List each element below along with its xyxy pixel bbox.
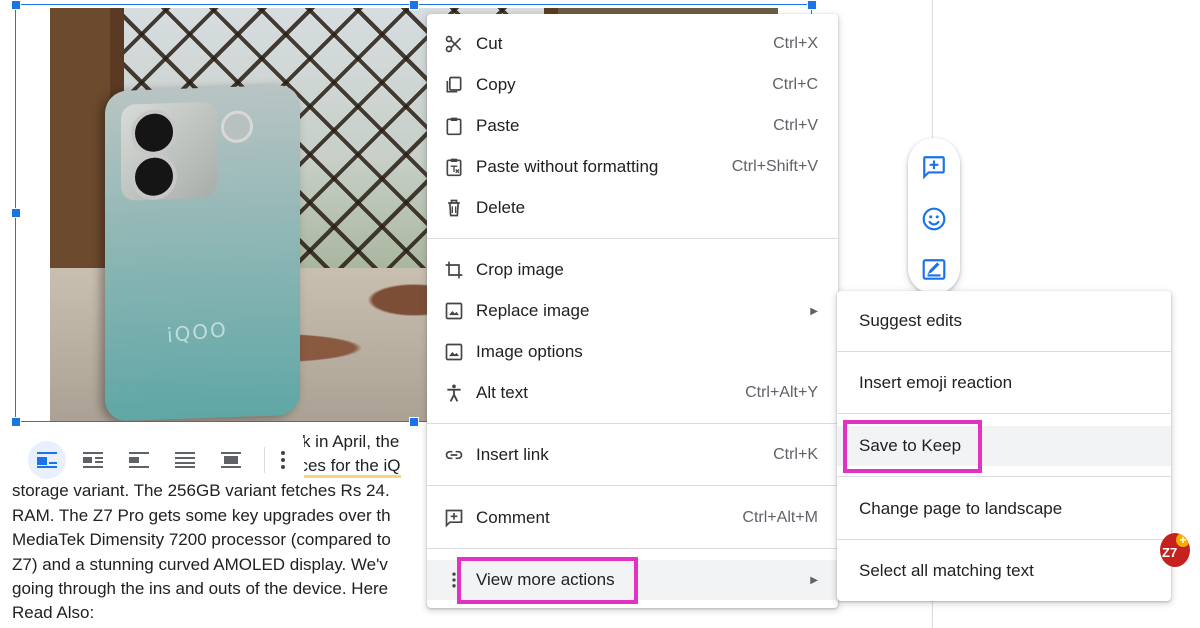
highlight-save-to-keep xyxy=(843,420,982,473)
add-comment-icon[interactable] xyxy=(921,154,947,180)
submenu-divider xyxy=(837,539,1171,540)
highlight-view-more-actions xyxy=(457,557,638,604)
submenu-item-suggest-edits[interactable]: Suggest edits xyxy=(837,301,1171,341)
menu-divider xyxy=(427,238,838,239)
menu-item-shortcut: Ctrl+C xyxy=(772,76,818,93)
resize-handle-s[interactable] xyxy=(409,417,419,427)
submenu-arrow-icon: ▶ xyxy=(810,305,818,317)
menu-item-label: Image options xyxy=(476,342,583,361)
add-comment-icon xyxy=(443,507,465,529)
text-line-partial-2: rices for the iQ xyxy=(290,456,401,478)
menu-item-label: Comment xyxy=(476,508,550,527)
inline-wrap-button[interactable] xyxy=(28,441,66,479)
menu-item-label: Paste without formatting xyxy=(476,157,659,176)
clipboard-text-icon xyxy=(443,156,465,178)
in-front-of-text-button[interactable] xyxy=(212,441,250,479)
scissors-icon xyxy=(443,33,465,55)
more-options-icon[interactable] xyxy=(273,451,293,469)
behind-text-icon xyxy=(175,452,195,468)
menu-item-shortcut: Ctrl+Alt+Y xyxy=(745,384,818,401)
resize-handle-w[interactable] xyxy=(11,208,21,218)
menu-divider xyxy=(427,485,838,486)
menu-item-copy[interactable]: Copy Ctrl+C xyxy=(427,65,838,105)
submenu-arrow-icon: ▶ xyxy=(810,574,818,586)
submenu-item-label: Insert emoji reaction xyxy=(859,373,1013,392)
link-icon xyxy=(443,444,465,466)
image-icon xyxy=(443,341,465,363)
wrap-text-icon xyxy=(83,452,103,468)
text-line: RAM. The Z7 Pro gets some key upgrades o… xyxy=(12,506,391,525)
suggest-edits-icon[interactable] xyxy=(921,257,947,283)
image-icon xyxy=(443,300,465,322)
accessibility-icon xyxy=(443,382,465,404)
text-line-partial-1: nck in April, the xyxy=(284,432,400,451)
submenu-item-label: Select all matching text xyxy=(859,561,1034,580)
menu-item-label: Insert link xyxy=(476,445,549,464)
menu-item-label: Delete xyxy=(476,198,526,217)
menu-item-comment[interactable]: Comment Ctrl+Alt+M xyxy=(427,498,838,538)
menu-item-crop-image[interactable]: Crop image xyxy=(427,250,838,290)
submenu-divider xyxy=(837,413,1171,414)
trash-icon xyxy=(443,197,465,219)
menu-item-label: Paste xyxy=(476,116,520,135)
inline-icon xyxy=(37,452,57,468)
menu-item-shortcut: Ctrl+X xyxy=(773,35,818,52)
submenu-item-change-page-to-landscape[interactable]: Change page to landscape xyxy=(837,489,1171,529)
toolbar-divider xyxy=(264,447,265,473)
menu-item-cut[interactable]: Cut Ctrl+X xyxy=(427,24,838,64)
context-menu: Cut Ctrl+X Copy Ctrl+C Paste Ctrl+V Past… xyxy=(427,14,838,608)
text-line: going through the ins and outs of the de… xyxy=(12,579,389,598)
add-badge-icon: + xyxy=(1176,533,1190,547)
menu-item-shortcut: Ctrl+K xyxy=(773,446,818,463)
menu-item-shortcut: Ctrl+Shift+V xyxy=(731,158,818,175)
menu-item-paste-without-formatting[interactable]: Paste without formatting Ctrl+Shift+V xyxy=(427,147,838,187)
menu-item-paste[interactable]: Paste Ctrl+V xyxy=(427,106,838,146)
text-line: Z7) and a stunning curved AMOLED display… xyxy=(12,555,388,574)
menu-item-shortcut: Ctrl+V xyxy=(773,117,818,134)
clipboard-icon xyxy=(443,115,465,137)
floating-action-bar xyxy=(908,138,960,294)
resize-handle-sw[interactable] xyxy=(11,417,21,427)
text-line: Read Also: xyxy=(12,603,95,622)
submenu-item-select-all-matching-text[interactable]: Select all matching text xyxy=(837,551,1171,591)
in-front-of-text-icon xyxy=(221,452,241,468)
submenu-divider xyxy=(837,351,1171,352)
menu-divider xyxy=(427,548,838,549)
wrap-text-button[interactable] xyxy=(74,441,112,479)
text-line: storage variant. The 256GB variant fetch… xyxy=(12,481,390,500)
resize-handle-nw[interactable] xyxy=(11,0,21,10)
menu-item-insert-link[interactable]: Insert link Ctrl+K xyxy=(427,435,838,475)
menu-item-delete[interactable]: Delete xyxy=(427,188,838,228)
submenu-divider xyxy=(837,476,1171,477)
submenu-item-label: Change page to landscape xyxy=(859,499,1063,518)
menu-item-image-options[interactable]: Image options xyxy=(427,332,838,372)
menu-item-label: Cut xyxy=(476,34,503,53)
menu-item-alt-text[interactable]: Alt text Ctrl+Alt+Y xyxy=(427,373,838,413)
menu-item-label: Replace image xyxy=(476,301,590,320)
menu-item-shortcut: Ctrl+Alt+M xyxy=(742,509,818,526)
menu-item-label: Copy xyxy=(476,75,516,94)
text-line: MediaTek Dimensity 7200 processor (compa… xyxy=(12,530,391,549)
break-text-icon xyxy=(129,452,149,468)
menu-item-label: Crop image xyxy=(476,260,564,279)
copy-icon xyxy=(443,74,465,96)
menu-divider xyxy=(427,423,838,424)
menu-item-label: Alt text xyxy=(476,383,528,402)
resize-handle-ne[interactable] xyxy=(807,0,817,10)
menu-item-replace-image[interactable]: Replace image ▶ xyxy=(427,291,838,331)
submenu-item-label: Suggest edits xyxy=(859,311,963,330)
behind-text-button[interactable] xyxy=(166,441,204,479)
submenu-item-insert-emoji-reaction[interactable]: Insert emoji reaction xyxy=(837,363,1171,403)
crop-icon xyxy=(443,259,465,281)
emoji-reaction-icon[interactable] xyxy=(921,206,947,232)
break-text-button[interactable] xyxy=(120,441,158,479)
resize-handle-n[interactable] xyxy=(409,0,419,10)
badge-text: Z7 xyxy=(1162,545,1178,560)
image-wrap-toolbar xyxy=(22,438,304,482)
app-badge[interactable]: Z7 + xyxy=(1160,533,1190,567)
